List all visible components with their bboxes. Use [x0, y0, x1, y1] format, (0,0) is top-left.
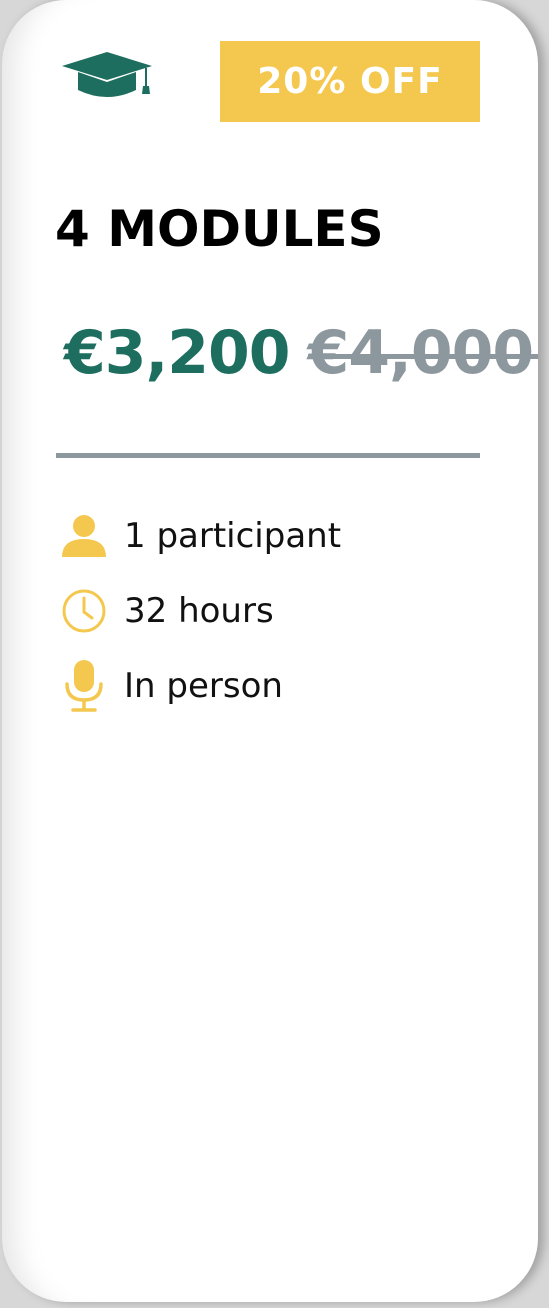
feature-participants: 1 participant [60, 510, 341, 562]
current-price: €3,200 [64, 318, 291, 388]
feature-list: 1 participant 32 hours In person [60, 510, 341, 735]
graduation-cap-icon [62, 52, 152, 97]
microphone-icon [60, 660, 108, 712]
clock-icon [60, 587, 108, 635]
discount-badge: 20% OFF [220, 41, 480, 122]
pricing-card: 20% OFF 4 MODULES €3,200 €4,000 1 partic… [2, 0, 538, 1302]
discount-badge-label: 20% OFF [257, 61, 443, 102]
user-icon [60, 512, 108, 560]
price-block: €3,200 €4,000 [64, 318, 538, 398]
divider [56, 453, 480, 458]
plan-title: 4 MODULES [55, 200, 384, 258]
feature-label: 1 participant [124, 516, 342, 556]
feature-format: In person [60, 660, 341, 712]
feature-hours: 32 hours [60, 585, 341, 637]
original-price: €4,000 [307, 318, 538, 388]
feature-label: In person [124, 666, 283, 706]
feature-label: 32 hours [124, 591, 274, 631]
